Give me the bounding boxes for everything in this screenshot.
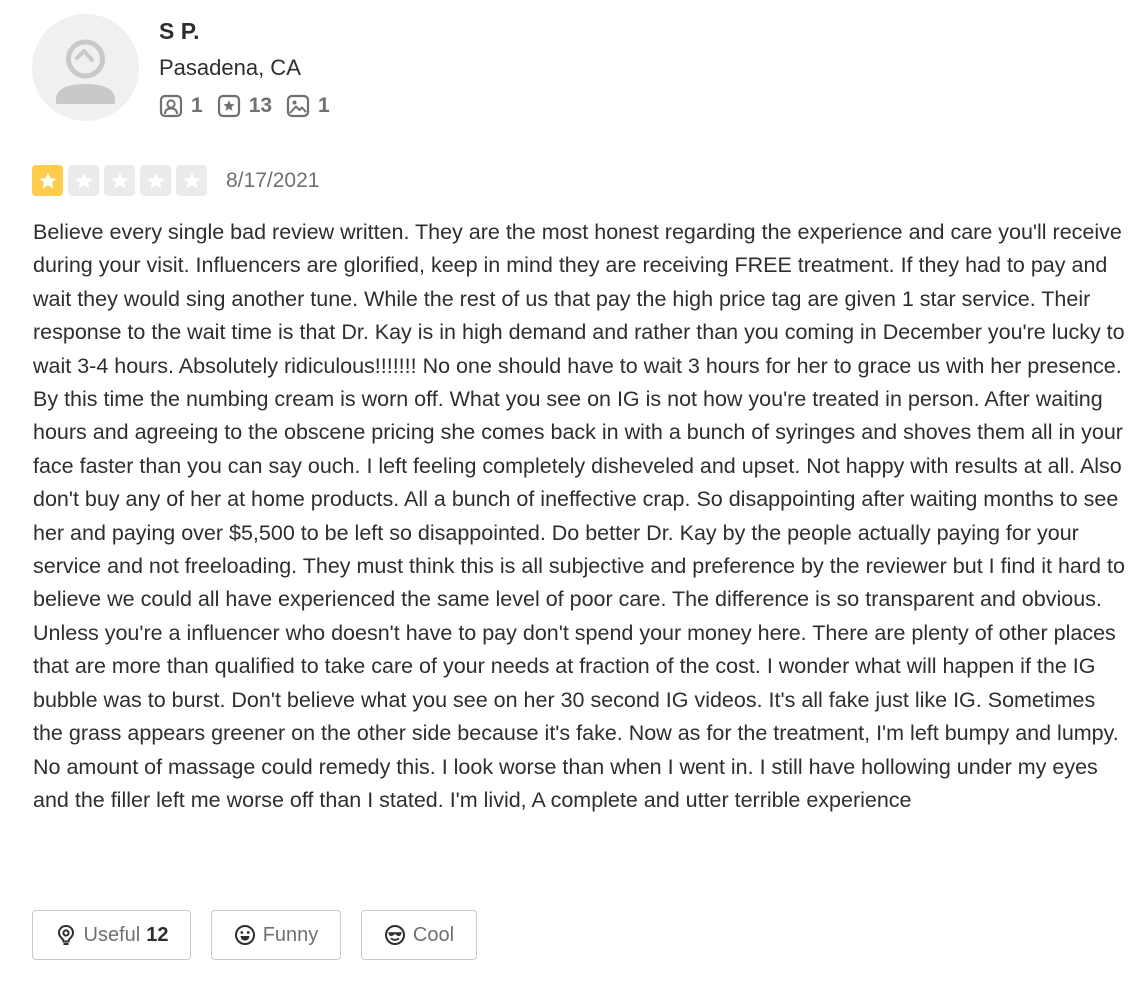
user-location: Pasadena, CA	[159, 55, 301, 80]
cool-button[interactable]: Cool	[361, 910, 477, 960]
lightbulb-icon	[57, 924, 74, 945]
star-icon	[182, 172, 201, 189]
photos-stat: 1	[286, 94, 330, 118]
default-avatar-icon	[56, 39, 115, 104]
star-rating	[32, 165, 212, 196]
star-icon	[110, 172, 129, 189]
friends-icon	[159, 94, 183, 118]
star-icon	[74, 172, 93, 189]
cool-label: Cool	[412, 923, 455, 946]
star-icon	[38, 172, 57, 189]
useful-label: Useful	[83, 923, 141, 946]
review-text: Believe every single bad review written.…	[33, 220, 1125, 812]
user-name[interactable]: S P.	[159, 17, 200, 45]
friends-count: 1	[191, 94, 203, 117]
rating-star	[176, 165, 207, 196]
funny-label: Funny	[262, 923, 319, 946]
funny-button[interactable]: Funny	[211, 910, 341, 960]
reviews-star-icon	[217, 94, 240, 118]
star-icon	[146, 172, 165, 189]
rating-star	[104, 165, 135, 196]
sunglasses-face-icon	[384, 925, 405, 945]
photos-icon	[286, 94, 310, 118]
useful-button[interactable]: Useful 12	[32, 910, 191, 960]
user-stats: 1 13 1	[159, 93, 344, 119]
rating-star	[140, 165, 171, 196]
photos-count: 1	[318, 94, 330, 117]
rating-star	[68, 165, 99, 196]
useful-count: 12	[146, 923, 169, 946]
review-date: 8/17/2021	[226, 169, 320, 192]
user-avatar[interactable]	[32, 14, 139, 121]
reviews-count: 13	[248, 94, 273, 117]
reviews-stat: 13	[217, 94, 272, 118]
rating-star	[32, 165, 63, 196]
funny-face-icon	[234, 925, 255, 945]
reaction-buttons: Useful 12 Funny Cool	[32, 910, 497, 960]
friends-stat: 1	[159, 94, 203, 118]
